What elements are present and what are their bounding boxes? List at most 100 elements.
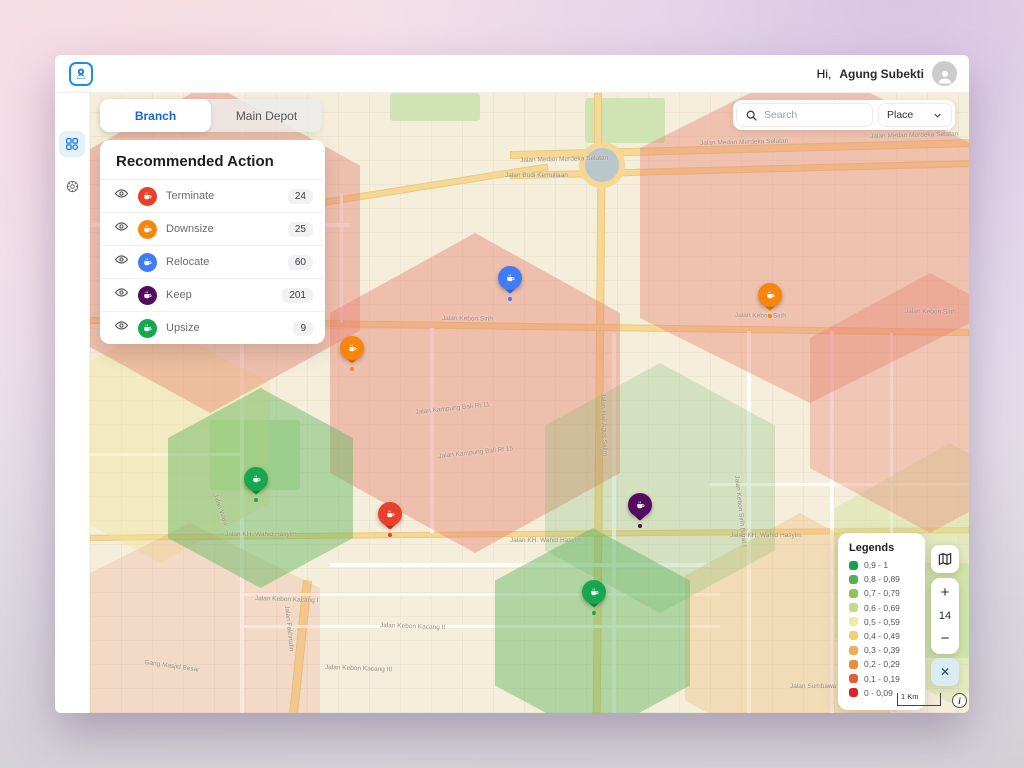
settings-icon — [65, 179, 80, 194]
recommended-action-panel: Recommended Action Terminate 24 — [100, 140, 325, 344]
action-row-upsize[interactable]: Upsize 9 — [100, 311, 325, 344]
left-sidebar — [55, 93, 90, 713]
action-row-keep[interactable]: Keep 201 — [100, 278, 325, 311]
close-button[interactable]: ✕ — [931, 658, 959, 686]
app-header: Hi, Agung Subekti — [55, 55, 969, 93]
park-area — [390, 93, 480, 121]
visibility-toggle[interactable] — [114, 285, 129, 305]
place-label: Place — [887, 109, 913, 121]
legend-item: 0,9 - 1 — [849, 560, 914, 570]
count-badge: 201 — [282, 288, 313, 303]
action-row-downsize[interactable]: Downsize 25 — [100, 212, 325, 245]
dashboard-grid-icon — [64, 136, 80, 152]
legend-item: 0,7 - 0,79 — [849, 588, 914, 598]
action-row-relocate[interactable]: Relocate 60 — [100, 245, 325, 278]
avatar[interactable] — [932, 61, 957, 86]
legend-swatch — [849, 575, 858, 584]
eye-icon — [114, 318, 129, 333]
coffee-cup-icon — [385, 509, 396, 520]
visibility-toggle[interactable] — [114, 219, 129, 239]
legend-swatch — [849, 631, 858, 640]
action-label: Downsize — [166, 223, 279, 235]
sidebar-item-dashboard[interactable] — [59, 131, 85, 157]
street-label: Jalan Kebon Sirih — [442, 315, 493, 323]
eye-icon — [114, 252, 129, 267]
place-dropdown[interactable]: Place — [878, 103, 952, 127]
tab-branch[interactable]: Branch — [100, 99, 211, 132]
roundabout — [579, 142, 625, 188]
zoom-control: + 14 − — [931, 578, 959, 654]
street-label: Jalan Kebon Kacang II — [380, 622, 446, 631]
visibility-toggle[interactable] — [114, 252, 129, 272]
street-label: Jalan Kebon Sirih — [905, 308, 956, 316]
zoom-out-button[interactable]: − — [941, 628, 950, 650]
coffee-cup-icon — [142, 257, 153, 268]
legend-title: Legends — [849, 542, 914, 554]
eye-icon — [114, 285, 129, 300]
downsize-icon — [138, 220, 157, 239]
app-logo[interactable] — [69, 62, 93, 86]
eye-icon — [114, 186, 129, 201]
legend-item: 0,2 - 0,29 — [849, 659, 914, 669]
keep-icon — [138, 286, 157, 305]
coffee-cup-icon — [142, 290, 153, 301]
street-label: Jalan KH. Wahid Hasyim — [225, 531, 297, 538]
search-input[interactable] — [764, 109, 854, 121]
user-area: Hi, Agung Subekti — [817, 61, 957, 86]
folded-map-icon — [937, 551, 953, 567]
legend-item: 0,6 - 0,69 — [849, 603, 914, 613]
eye-icon — [114, 219, 129, 234]
street-label: Jalan KH. Wahid Hasyim — [510, 537, 582, 544]
action-label: Relocate — [166, 256, 279, 268]
greeting-prefix: Hi, — [817, 67, 832, 81]
coffee-cup-icon — [635, 500, 646, 511]
upsize-icon — [138, 319, 157, 338]
legend-panel: Legends 0,9 - 1 0,8 - 0,89 0,7 - 0,79 0,… — [838, 533, 925, 710]
zoom-level: 14 — [939, 604, 951, 628]
legend-item: 0,4 - 0,49 — [849, 631, 914, 641]
count-badge: 24 — [288, 189, 313, 204]
coffee-cup-icon — [347, 343, 358, 354]
legend-swatch — [849, 617, 858, 626]
visibility-toggle[interactable] — [114, 318, 129, 338]
coffee-cup-icon — [142, 323, 153, 334]
coffee-cup-icon — [142, 191, 153, 202]
coffee-cup-icon — [505, 273, 516, 284]
coffee-cup-icon — [142, 224, 153, 235]
legend-item: 0,3 - 0,39 — [849, 645, 914, 655]
legend-item: 0,1 - 0,19 — [849, 674, 914, 684]
legend-item: 0,5 - 0,59 — [849, 617, 914, 627]
search-bar: Place — [733, 100, 955, 130]
legend-swatch — [849, 674, 858, 683]
panel-title: Recommended Action — [100, 140, 325, 179]
info-icon: i — [958, 696, 961, 706]
zoom-in-button[interactable]: + — [941, 582, 950, 604]
street-label: Jalan Kebon Sirih — [735, 312, 786, 320]
legend-swatch — [849, 660, 858, 669]
scale-label: 1 Km — [901, 692, 919, 701]
map-canvas[interactable]: Jalan Medan Merdeka Selatan Jalan Medan … — [90, 93, 969, 713]
action-row-terminate[interactable]: Terminate 24 — [100, 179, 325, 212]
search-field[interactable] — [736, 103, 873, 127]
person-icon — [935, 66, 955, 86]
legend-swatch — [849, 688, 858, 697]
coffee-cup-icon — [765, 290, 776, 301]
coffee-cup-icon — [251, 474, 262, 485]
action-label: Terminate — [166, 190, 279, 202]
map-layers-button[interactable] — [931, 545, 959, 573]
sidebar-item-settings[interactable] — [59, 173, 85, 199]
legend-item: 0,8 - 0,89 — [849, 574, 914, 584]
count-badge: 25 — [288, 222, 313, 237]
close-icon: ✕ — [940, 665, 950, 679]
visibility-toggle[interactable] — [114, 186, 129, 206]
info-button[interactable]: i — [952, 693, 967, 708]
legend-swatch — [849, 589, 858, 598]
view-tabs: Branch Main Depot — [100, 99, 322, 132]
map-scale: 1 Km — [897, 693, 941, 706]
desktop-background: Hi, Agung Subekti — [0, 0, 1024, 768]
map-pin-logo-icon — [74, 67, 88, 81]
legend-swatch — [849, 561, 858, 570]
legend-swatch — [849, 603, 858, 612]
count-badge: 60 — [288, 255, 313, 270]
tab-main-depot[interactable]: Main Depot — [211, 99, 322, 132]
